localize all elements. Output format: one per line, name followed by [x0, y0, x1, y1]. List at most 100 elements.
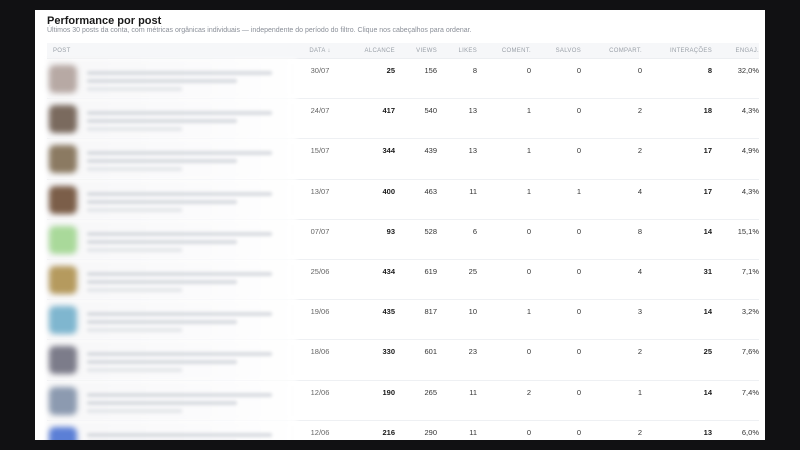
cell-views: 540 [424, 106, 437, 116]
post-preview-background [47, 420, 297, 440]
cell-interacoes: 18 [703, 106, 712, 116]
table-row[interactable]: 12/06 216 290 11 0 0 2 13 6,0% [47, 420, 759, 440]
column-header-data[interactable]: DATA ↓ [297, 48, 343, 54]
cell-alcance: 216 [382, 427, 395, 437]
table-row[interactable]: 07/07 93 528 6 0 0 8 14 15,1% [47, 219, 759, 260]
post-caption-blurred [87, 199, 237, 204]
table-row[interactable]: 19/06 435 817 10 1 0 3 14 3,2% [47, 300, 759, 341]
post-caption-blurred [87, 312, 272, 317]
cell-alcance: 417 [382, 106, 395, 116]
cell-engaj: 7,4% [741, 387, 759, 397]
cell-coment: 0 [526, 226, 531, 236]
post-preview[interactable] [47, 179, 297, 220]
table-row[interactable]: 12/06 190 265 11 2 0 1 14 7,4% [47, 380, 759, 421]
post-caption-blurred [87, 71, 272, 75]
cell-salvos: 0 [576, 307, 581, 317]
post-caption-blurred [87, 79, 237, 83]
post-caption-blurred [87, 191, 272, 196]
cell-views: 463 [424, 186, 437, 196]
cell-compart: 0 [637, 66, 642, 75]
column-header-engaj[interactable]: ENGAJ. [712, 48, 759, 54]
column-header-post[interactable]: POST [47, 48, 297, 54]
performance-card: Performance por post Últimos 30 posts da… [35, 10, 765, 440]
cell-coment: 0 [526, 427, 531, 437]
table-body: 30/07 25 156 8 0 0 0 8 32,0% 24/07 417 540 13 1 0 2 18 4,… [47, 59, 759, 440]
cell-salvos: 0 [576, 266, 581, 276]
post-preview[interactable] [47, 139, 297, 180]
cell-engaj: 15,1% [737, 226, 759, 236]
table-row[interactable]: 30/07 25 156 8 0 0 0 8 32,0% [47, 59, 759, 100]
cell-engaj: 32,0% [737, 66, 759, 75]
cell-likes: 11 [469, 427, 477, 437]
post-caption-blurred [87, 111, 272, 116]
cell-views: 439 [424, 146, 437, 156]
post-thumbnail [49, 65, 77, 93]
post-thumbnail [49, 346, 77, 375]
cell-engaj: 7,1% [741, 266, 759, 276]
cell-likes: 11 [469, 387, 477, 397]
cell-compart: 2 [637, 347, 642, 357]
post-preview[interactable] [47, 99, 297, 140]
cell-data: 30/07 [310, 66, 330, 75]
table-row[interactable]: 13/07 400 463 11 1 1 4 17 4,3% [47, 179, 759, 220]
cell-coment: 1 [526, 307, 531, 317]
post-caption-blurred [87, 320, 237, 325]
column-header-salvos[interactable]: SALVOS [531, 48, 581, 54]
cell-views: 156 [424, 66, 437, 75]
cell-compart: 2 [637, 146, 642, 156]
post-caption-blurred [87, 279, 237, 284]
post-caption-blurred [87, 432, 272, 437]
cell-likes: 8 [472, 66, 477, 75]
post-caption-blurred [87, 360, 237, 365]
cell-interacoes: 17 [703, 186, 712, 196]
cell-likes: 23 [468, 347, 477, 357]
column-header-compart[interactable]: COMPART. [581, 48, 642, 54]
post-caption-blurred [87, 127, 182, 132]
column-header-views[interactable]: VIEWS [395, 48, 437, 54]
post-caption-blurred [87, 287, 182, 292]
post-preview[interactable] [47, 219, 297, 260]
post-thumbnail [49, 225, 77, 254]
post-caption-blurred [87, 408, 182, 413]
cell-engaj: 4,9% [741, 146, 759, 156]
post-thumbnail [49, 306, 77, 335]
post-caption-blurred [87, 328, 182, 333]
column-header-coment[interactable]: COMENT. [477, 48, 531, 54]
column-header-alcance[interactable]: ALCANCE [343, 48, 395, 54]
column-header-likes[interactable]: LIKES [437, 48, 477, 54]
cell-engaj: 3,2% [741, 307, 759, 317]
post-caption-blurred [87, 119, 237, 124]
column-header-interacoes[interactable]: INTERAÇÕES [642, 48, 712, 54]
cell-data: 25/06 [310, 266, 330, 276]
cell-interacoes: 8 [707, 66, 712, 75]
post-preview[interactable] [47, 380, 297, 421]
post-thumbnail [49, 426, 77, 440]
table-row[interactable]: 15/07 344 439 13 1 0 2 17 4,9% [47, 139, 759, 180]
cell-alcance: 400 [382, 186, 395, 196]
post-thumbnail [49, 145, 77, 174]
table-row[interactable]: 18/06 330 601 23 0 0 2 25 7,6% [47, 340, 759, 381]
post-preview[interactable] [47, 59, 297, 99]
cell-alcance: 344 [382, 146, 395, 156]
post-preview[interactable] [47, 259, 297, 300]
cell-likes: 13 [468, 146, 477, 156]
cell-compart: 1 [637, 387, 642, 397]
table-row[interactable]: 25/06 434 619 25 0 0 4 31 7,1% [47, 259, 759, 301]
posts-table: POST DATA ↓ ALCANCE VIEWS LIKES COMENT. … [47, 43, 759, 440]
post-preview[interactable] [47, 420, 297, 440]
cell-views: 817 [424, 307, 437, 317]
post-preview[interactable] [47, 340, 297, 381]
cell-alcance: 434 [382, 266, 395, 276]
table-row[interactable]: 24/07 417 540 13 1 0 2 18 4,3% [47, 99, 759, 140]
cell-data: 12/06 [310, 427, 330, 437]
cell-data: 15/07 [310, 146, 330, 156]
post-preview[interactable] [47, 300, 297, 341]
table-header: POST DATA ↓ ALCANCE VIEWS LIKES COMENT. … [47, 43, 759, 59]
post-caption-blurred [87, 400, 237, 405]
cell-compart: 4 [637, 266, 642, 276]
cell-coment: 0 [526, 66, 531, 75]
cell-interacoes: 31 [703, 266, 712, 276]
cell-alcance: 93 [386, 226, 395, 236]
post-caption-blurred [87, 167, 182, 172]
cell-data: 12/06 [310, 387, 330, 397]
